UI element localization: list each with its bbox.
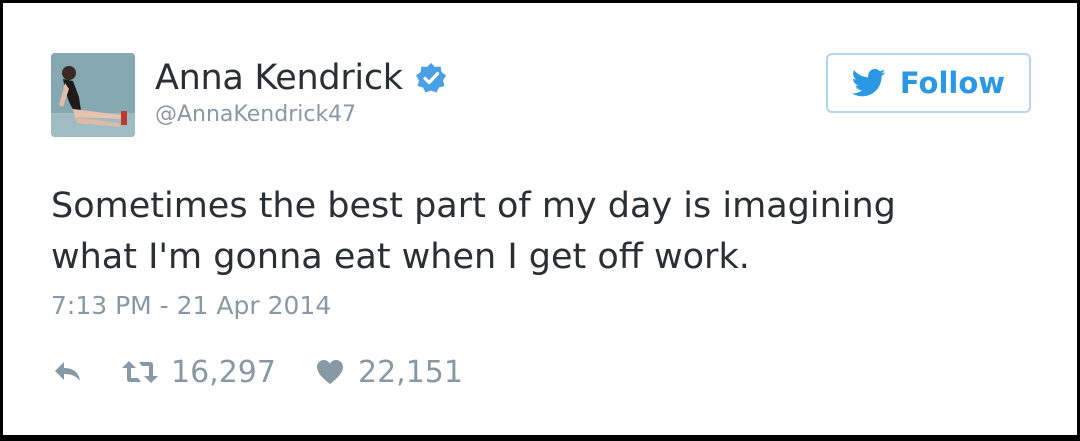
follow-button[interactable]: Follow: [826, 53, 1031, 113]
verified-badge-icon: [415, 62, 447, 94]
twitter-bird-icon: [851, 68, 886, 98]
tweet-actions: 16,297 22,151: [53, 351, 463, 393]
retweet-count: 16,297: [171, 354, 276, 390]
tweet-timestamp[interactable]: 7:13 PM - 21 Apr 2014: [51, 291, 331, 320]
tweet-text: Sometimes the best part of my day is ima…: [51, 186, 896, 277]
heart-icon: [316, 359, 358, 385]
name-row: Anna Kendrick: [155, 53, 447, 103]
like-count: 22,151: [357, 354, 463, 390]
like-button[interactable]: 22,151: [316, 355, 463, 390]
reply-icon: [53, 360, 83, 384]
reply-button[interactable]: [53, 360, 83, 384]
display-name[interactable]: Anna Kendrick: [155, 58, 403, 98]
avatar[interactable]: [51, 53, 135, 137]
user-handle[interactable]: @AnnaKendrick47: [155, 102, 356, 127]
avatar-photo: [51, 53, 135, 137]
retweet-icon: [121, 359, 171, 385]
retweet-button[interactable]: 16,297: [121, 355, 276, 390]
tweet-card: Anna Kendrick @AnnaKendrick47 Follow Som…: [3, 3, 1077, 435]
follow-button-label: Follow: [899, 66, 1006, 100]
